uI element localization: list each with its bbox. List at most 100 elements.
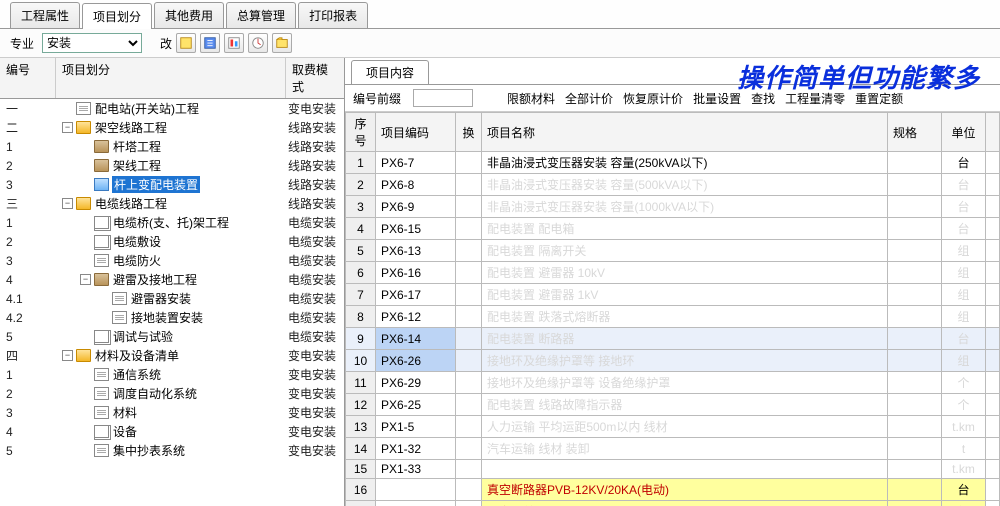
collapse-toggle[interactable]: − [62, 122, 73, 133]
cell-seq[interactable]: 7 [346, 284, 376, 306]
cell-swap[interactable] [456, 350, 482, 372]
cell-seq[interactable]: 17 [346, 501, 376, 506]
cell-name[interactable] [482, 460, 888, 479]
toolbar-link-5[interactable]: 工程量清零 [785, 92, 845, 106]
cell-spec[interactable] [888, 196, 942, 218]
collapse-toggle[interactable]: − [62, 198, 73, 209]
cell-code[interactable]: PX6-15 [376, 218, 456, 240]
cell-swap[interactable] [456, 306, 482, 328]
cell-spec[interactable] [888, 328, 942, 350]
tree-row-node[interactable]: −电缆线路工程 [56, 195, 286, 212]
cell-spec[interactable] [888, 240, 942, 262]
cell-extra[interactable] [986, 460, 1000, 479]
cell-seq[interactable]: 4 [346, 218, 376, 240]
tree-row-node[interactable]: 电缆防火 [56, 252, 286, 269]
tool-button-3[interactable] [224, 33, 244, 53]
cell-swap[interactable] [456, 438, 482, 460]
cell-swap[interactable] [456, 479, 482, 501]
cell-code[interactable]: PX1-32 [376, 438, 456, 460]
main-tab-0[interactable]: 工程属性 [10, 2, 80, 28]
cell-name[interactable]: 接地环及绝缘护罩等 设备绝缘护罩 [482, 372, 888, 394]
toolbar-link-3[interactable]: 批量设置 [693, 92, 741, 106]
toolbar-link-4[interactable]: 查找 [751, 92, 775, 106]
grid-row[interactable]: 9PX6-14配电装置 断路器台 [346, 328, 1000, 350]
cell-unit[interactable]: 个 [942, 372, 986, 394]
cell-extra[interactable] [986, 218, 1000, 240]
cell-unit[interactable]: 组 [942, 501, 986, 506]
cell-unit[interactable]: t.km [942, 460, 986, 479]
grid-header-name[interactable]: 项目名称 [482, 113, 888, 152]
cell-unit[interactable]: 组 [942, 350, 986, 372]
grid-header-spec[interactable]: 规格 [888, 113, 942, 152]
grid-header-code[interactable]: 项目编码 [376, 113, 456, 152]
tree-row-node[interactable]: 杆上变配电装置 [56, 176, 286, 193]
cell-name[interactable]: 非晶油浸式变压器安装 容量(500kVA以下) [482, 174, 888, 196]
grid-row[interactable]: 5PX6-13配电装置 隔离开关组 [346, 240, 1000, 262]
cell-spec[interactable] [888, 306, 942, 328]
cell-swap[interactable] [456, 416, 482, 438]
cell-unit[interactable]: 个 [942, 394, 986, 416]
cell-swap[interactable] [456, 262, 482, 284]
cell-extra[interactable] [986, 416, 1000, 438]
cell-spec[interactable] [888, 174, 942, 196]
cell-swap[interactable] [456, 240, 482, 262]
main-tab-2[interactable]: 其他费用 [154, 2, 224, 28]
grid-row[interactable]: 11PX6-29接地环及绝缘护罩等 设备绝缘护罩个 [346, 372, 1000, 394]
cell-unit[interactable]: 台 [942, 174, 986, 196]
tree-row[interactable]: 1电缆桥(支、托)架工程电缆安装 [0, 213, 344, 232]
grid-row[interactable]: 10PX6-26接地环及绝缘护罩等 接地环组 [346, 350, 1000, 372]
cell-seq[interactable]: 15 [346, 460, 376, 479]
cell-seq[interactable]: 3 [346, 196, 376, 218]
cell-swap[interactable] [456, 394, 482, 416]
cell-code[interactable]: PX6-17 [376, 284, 456, 306]
cell-seq[interactable]: 12 [346, 394, 376, 416]
cell-code[interactable]: PX6-25 [376, 394, 456, 416]
cell-seq[interactable]: 6 [346, 262, 376, 284]
cell-spec[interactable] [888, 284, 942, 306]
cell-spec[interactable] [888, 394, 942, 416]
cell-code[interactable]: PX6-9 [376, 196, 456, 218]
grid-row[interactable]: 17隔离开关 GW9-10GW/630A组 [346, 501, 1000, 506]
cell-name[interactable]: 配电装置 避雷器 1kV [482, 284, 888, 306]
cell-unit[interactable]: 组 [942, 284, 986, 306]
cell-code[interactable]: PX6-12 [376, 306, 456, 328]
cell-swap[interactable] [456, 372, 482, 394]
tree-row[interactable]: 5调试与试验电缆安装 [0, 327, 344, 346]
prefix-input[interactable] [413, 89, 473, 107]
cell-seq[interactable]: 8 [346, 306, 376, 328]
cell-code[interactable]: PX6-7 [376, 152, 456, 174]
grid-row[interactable]: 7PX6-17 配电装置 避雷器 1kV 组 [346, 284, 1000, 306]
main-tab-4[interactable]: 打印报表 [298, 2, 368, 28]
cell-swap[interactable] [456, 174, 482, 196]
tree-row[interactable]: 4−避雷及接地工程电缆安装 [0, 270, 344, 289]
grid-row[interactable]: 1PX6-7非晶油浸式变压器安装 容量(250kVA以下)台 [346, 152, 1000, 174]
cell-unit[interactable]: 组 [942, 262, 986, 284]
grid-row[interactable]: 3PX6-9非晶油浸式变压器安装 容量(1000kVA以下)台 [346, 196, 1000, 218]
cell-unit[interactable]: 台 [942, 152, 986, 174]
cell-swap[interactable] [456, 328, 482, 350]
content-grid[interactable]: 序号 项目编码 换 项目名称 规格 单位 1PX6-7非晶油浸式变压器安装 容量… [345, 112, 1000, 506]
cell-swap[interactable] [456, 284, 482, 306]
tree-row[interactable]: 4.2接地装置安装电缆安装 [0, 308, 344, 327]
toolbar-link-2[interactable]: 恢复原计价 [623, 92, 683, 106]
cell-unit[interactable]: 台 [942, 218, 986, 240]
tree-row-node[interactable]: −架空线路工程 [56, 119, 286, 136]
cell-unit[interactable]: t.km [942, 416, 986, 438]
grid-header-swap[interactable]: 换 [456, 113, 482, 152]
cell-spec[interactable] [888, 350, 942, 372]
grid-header-seq[interactable]: 序号 [346, 113, 376, 152]
cell-seq[interactable]: 5 [346, 240, 376, 262]
tree-row[interactable]: 1通信系统变电安装 [0, 365, 344, 384]
grid-row[interactable]: 13PX1-5人力运输 平均运距500m以内 线材t.km [346, 416, 1000, 438]
grid-row[interactable]: 4PX6-15配电装置 配电箱台 [346, 218, 1000, 240]
cell-unit[interactable]: 台 [942, 479, 986, 501]
main-tab-3[interactable]: 总算管理 [226, 2, 296, 28]
grid-row[interactable]: 16真空断路器PVB-12KV/20KA(电动)台 [346, 479, 1000, 501]
collapse-toggle[interactable]: − [62, 350, 73, 361]
tree-row[interactable]: 3杆上变配电装置线路安装 [0, 175, 344, 194]
cell-spec[interactable] [888, 372, 942, 394]
cell-extra[interactable] [986, 328, 1000, 350]
cell-seq[interactable]: 14 [346, 438, 376, 460]
cell-unit[interactable]: 台 [942, 196, 986, 218]
tree-row[interactable]: 1杆塔工程线路安装 [0, 137, 344, 156]
